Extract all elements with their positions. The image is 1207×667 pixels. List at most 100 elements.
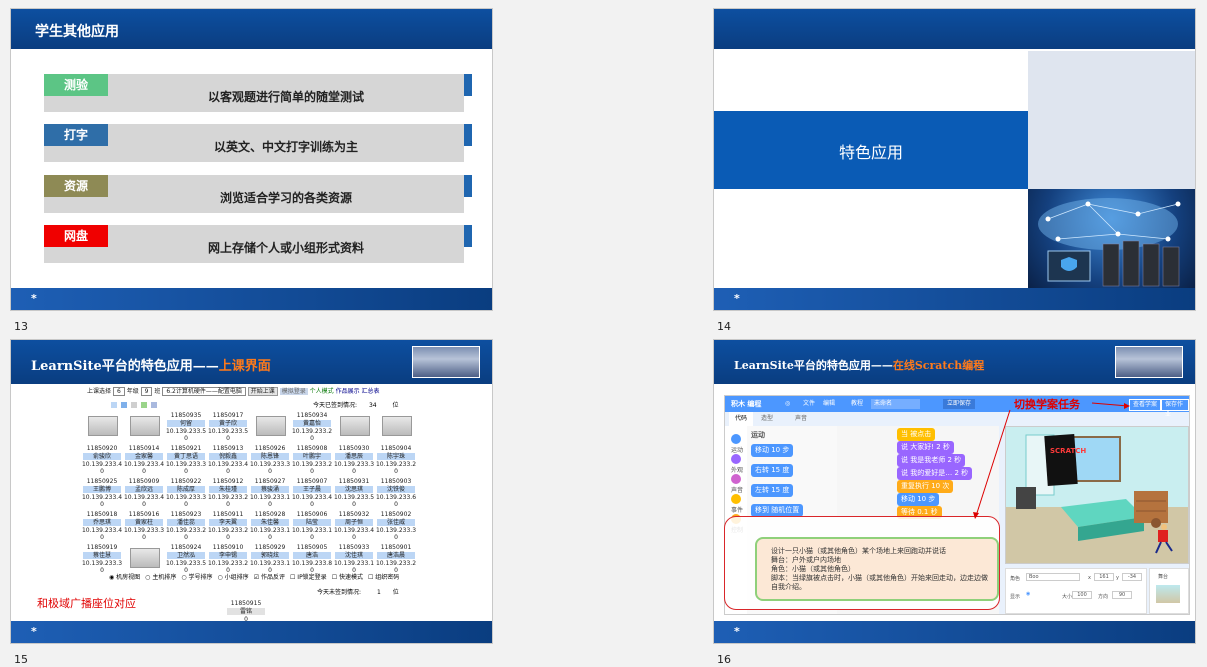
seat-cell[interactable]: 11850921 黄丁思语 10.139.233.3 0: [165, 445, 207, 475]
stage-thumbnail[interactable]: [1156, 585, 1180, 603]
view-option[interactable]: ☑ 作品反评: [254, 574, 285, 581]
seat-cell[interactable]: 11850931 沈思琪 10.139.233.5 0: [333, 478, 375, 508]
start-class-button[interactable]: 开始上课: [247, 387, 278, 396]
seat-cell[interactable]: 11850913 倪毅鑫 10.139.233.4 0: [207, 445, 249, 475]
personal-mode-link[interactable]: 个人模式: [310, 388, 334, 395]
simulate-login-button[interactable]: 模拟登录: [279, 388, 308, 395]
category-dot-icon[interactable]: [731, 474, 741, 484]
absent-seat[interactable]: 11850915 雷铭 0: [225, 600, 267, 623]
menu-edit[interactable]: 编辑: [823, 396, 835, 412]
seat-cell[interactable]: 11850920 俞骏欣 10.139.233.4 0: [81, 445, 123, 475]
seat-name: 唐浩晨: [377, 552, 415, 559]
script-block[interactable]: 当 被点击: [897, 428, 936, 441]
row-text: 浏览适合学习的各类资源: [219, 191, 352, 205]
script-block[interactable]: 重复执行 10 次: [897, 480, 954, 493]
seat-cell[interactable]: 11850926 陈恩锋 10.139.233.3 0: [249, 445, 291, 475]
seat-cell[interactable]: 11850912 朱桂瑾 10.139.233.2 0: [207, 478, 249, 508]
seat-id: 11850932: [338, 511, 370, 518]
unsigned-count: 1: [376, 589, 381, 596]
seat-cell[interactable]: 11850932 周子恒 10.139.233.4 0: [333, 511, 375, 541]
seat-cell[interactable]: 11850929 郭晓炫 10.139.233.1 0: [249, 544, 291, 574]
seat-cell[interactable]: 11850925 王鹏博 10.139.233.4 0: [81, 478, 123, 508]
y-input[interactable]: -34: [1122, 573, 1142, 581]
slide-16[interactable]: LearnSite平台的特色应用——在线Scratch编程 积木 编程 ◎ 文件…: [713, 339, 1196, 644]
size-input[interactable]: 100: [1072, 591, 1092, 599]
seat-cell[interactable]: 11850905 唐浩 10.139.233.8 0: [291, 544, 333, 574]
view-option[interactable]: ☐ 组织密码: [368, 574, 399, 581]
view-option[interactable]: ☐ 快速模式: [332, 574, 363, 581]
globe-icon[interactable]: ◎: [785, 396, 790, 412]
seat-id: 11850906: [296, 511, 328, 518]
category-dot-icon[interactable]: [731, 494, 741, 504]
seat-cell[interactable]: 11850904 陈宇珠 10.139.233.2 0: [375, 445, 417, 475]
seat-cell[interactable]: 11850909 孟欣远 10.139.233.4 0: [123, 478, 165, 508]
slide-15[interactable]: LearnSite平台的特色应用——上课界面 上课选择 6 年级 9 班 6.2…: [10, 339, 493, 644]
slide-14[interactable]: 特色应用 *: [713, 8, 1196, 311]
view-option[interactable]: ◉ 机房视图: [109, 574, 140, 581]
seat-ip: 10.139.233.1: [291, 527, 333, 534]
menu-tutorial[interactable]: 教程: [851, 396, 863, 412]
slide-title: 特色应用: [838, 143, 903, 162]
project-name-input[interactable]: 未命名: [871, 399, 920, 409]
seat-cell[interactable]: 11850935 何留 10.139.233.5 0: [165, 412, 207, 442]
slide-13[interactable]: 学生其他应用 测验 以客观题进行简单的随堂测试 打字 以英文、中文打字训练为主 …: [10, 8, 493, 311]
view-option[interactable]: ○ 主机排序: [145, 574, 176, 581]
menu-file[interactable]: 文件: [803, 396, 815, 412]
seat-cell[interactable]: 11850907 王子晨 10.139.233.4 0: [291, 478, 333, 508]
seat-cell[interactable]: 11850919 蔡佳慧 10.139.233.3 0: [81, 544, 123, 574]
category-dot-icon[interactable]: [731, 434, 741, 444]
seat-score: 0: [352, 501, 356, 508]
tab-code[interactable]: 代码: [729, 412, 754, 426]
seat-cell[interactable]: 11850918 乔思琪 10.139.233.4 0: [81, 511, 123, 541]
eye-icon[interactable]: ◉: [1026, 591, 1030, 597]
seat-cell[interactable]: 11850923 潘佳蕊 10.139.233.2 0: [165, 511, 207, 541]
seat-cell[interactable]: 11850928 朱佳馨 10.139.233.1 0: [249, 511, 291, 541]
works-display-link[interactable]: 作品展示: [336, 388, 360, 395]
tab-sound[interactable]: 声音: [795, 412, 807, 426]
seat-cell[interactable]: 11850902 张佳威 10.139.233.3 0: [375, 511, 417, 541]
view-task-button[interactable]: 查看学案: [1129, 399, 1162, 411]
seat-cell[interactable]: 11850934 黄嘉怡 10.139.233.2 0: [291, 412, 333, 442]
direction-input[interactable]: 90: [1112, 591, 1132, 599]
seat-cell[interactable]: 11850914 金家馨 10.139.233.4 0: [123, 445, 165, 475]
seat-cell[interactable]: 11850906 陆莹 10.139.233.1 0: [291, 511, 333, 541]
sprite-name-input[interactable]: Boo: [1026, 573, 1080, 581]
view-option-label: 快速模式: [338, 574, 363, 581]
seat-cell[interactable]: 11850933 沈佳琪 10.139.233.1 0: [333, 544, 375, 574]
palette-block[interactable]: 左转 15 度: [751, 484, 794, 497]
row-netdisk: 网盘 网上存储个人或小组形式资料: [44, 225, 472, 263]
seat-cell[interactable]: 11850916 黄家柱 10.139.233.3 0: [123, 511, 165, 541]
view-option[interactable]: ☐ IP锁定登录: [290, 574, 327, 581]
scratch-tabs: 代码 造型 声音: [725, 412, 835, 426]
course-select[interactable]: 6.2计算机硬件——配置电脑: [162, 387, 246, 396]
x-input[interactable]: 161: [1094, 573, 1114, 581]
save-now-button[interactable]: 立即保存: [943, 399, 976, 409]
script-block[interactable]: 说 大家好! 2 秒: [897, 441, 954, 454]
script-block[interactable]: 移动 10 步: [897, 493, 940, 506]
summary-link[interactable]: 汇总表: [362, 388, 380, 395]
script-block[interactable]: 说 我是我老师 2 秒: [897, 454, 966, 467]
view-option[interactable]: ○ 学号排序: [181, 574, 212, 581]
year-select[interactable]: 9: [140, 387, 153, 396]
seat-cell[interactable]: 11850901 唐浩晨 10.139.233.2 0: [375, 544, 417, 574]
grade-select[interactable]: 6: [112, 387, 125, 396]
seat-cell[interactable]: 11850927 蔡骏涌 10.139.233.1 0: [249, 478, 291, 508]
seat-cell[interactable]: 11850910 李申锡 10.139.233.2 0: [207, 544, 249, 574]
tab-costume[interactable]: 造型: [761, 412, 773, 426]
seat-cell[interactable]: 11850908 叶鹏宇 10.139.233.2 0: [291, 445, 333, 475]
seat-cell[interactable]: 11850930 潘思辰 10.139.233.3 0: [333, 445, 375, 475]
seat-cell[interactable]: 11850903 沈铁俊 10.139.233.6 0: [375, 478, 417, 508]
view-option[interactable]: ○ 小组排序: [218, 574, 249, 581]
save-homework-button[interactable]: 保存作业: [1161, 399, 1189, 418]
seat-cell[interactable]: 11850924 卫然泓 10.139.233.5 0: [165, 544, 207, 574]
seat-cell[interactable]: 11850917 黄子欣 10.139.233.5 0: [207, 412, 249, 442]
palette-block[interactable]: 移动 10 步: [751, 444, 794, 457]
script-block[interactable]: 说 我的爱好是… 2 秒: [897, 467, 973, 480]
category-dot-icon[interactable]: [731, 454, 741, 464]
palette-block[interactable]: 右转 15 度: [751, 464, 794, 477]
seat-id: 11850901: [380, 544, 412, 551]
row-edge: [464, 124, 472, 146]
view-option-label: 小组排序: [224, 574, 249, 581]
seat-cell[interactable]: 11850922 陈成厚 10.139.233.3 0: [165, 478, 207, 508]
seat-cell[interactable]: 11850911 李天翼 10.139.233.2 0: [207, 511, 249, 541]
